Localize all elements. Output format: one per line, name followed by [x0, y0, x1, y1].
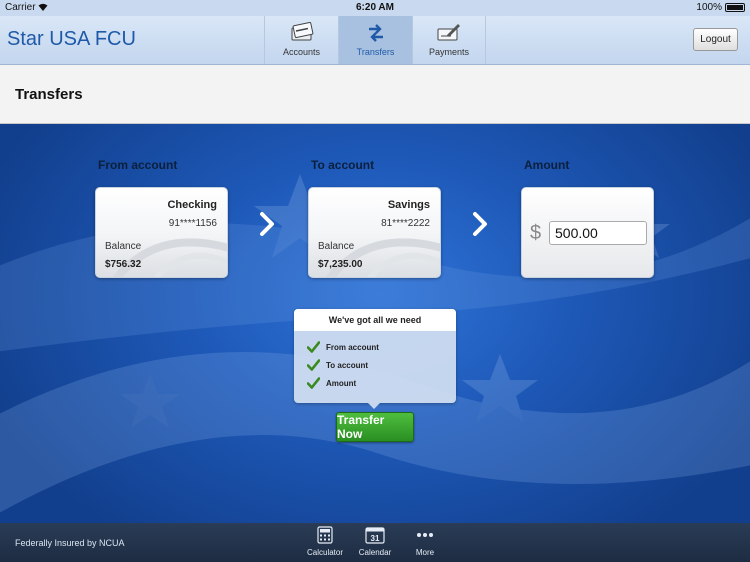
logout-button[interactable]: Logout: [693, 28, 738, 51]
calculator-label: Calculator: [306, 548, 343, 557]
more-label: More: [415, 548, 435, 557]
checklist-title: We've got all we need: [294, 309, 456, 331]
checklist-item-label: From account: [326, 342, 379, 352]
tab-transfers-label: Transfers: [356, 47, 395, 57]
chevron-right-icon: [260, 212, 274, 236]
from-account-number: 91****1156: [168, 218, 217, 229]
brand-title: Star USA FCU: [7, 28, 136, 50]
from-balance-label: Balance: [105, 241, 142, 252]
to-account-label: To account: [311, 158, 375, 172]
checklist-item-label: Amount: [326, 378, 357, 388]
tab-transfers[interactable]: Transfers: [338, 16, 412, 64]
checklist-item: To account: [307, 359, 368, 371]
calendar-day: 31: [371, 534, 380, 543]
tab-accounts[interactable]: Accounts: [264, 16, 338, 64]
tab-payments[interactable]: Payments: [412, 16, 486, 64]
checklist-popover: We've got all we need From account To ac…: [294, 309, 456, 409]
app-header: Star USA FCU Accounts Transfers Payments: [0, 16, 750, 65]
from-account-name: Checking: [167, 199, 217, 211]
from-account-label: From account: [98, 158, 178, 172]
transfers-icon: [368, 24, 383, 42]
amount-input[interactable]: [549, 221, 647, 245]
main-nav: Accounts Transfers Payments: [264, 16, 486, 64]
insured-notice: Federally Insured by NCUA: [15, 538, 125, 548]
to-account-name: Savings: [387, 199, 430, 211]
to-account-number: 81****2222: [381, 218, 430, 229]
currency-symbol: $: [530, 222, 542, 244]
checklist-item: From account: [307, 341, 379, 353]
to-account-card[interactable]: Savings 81****2222 Balance $7,235.00: [308, 187, 441, 278]
battery-icon: [725, 3, 745, 12]
status-bar: Carrier 6:20 AM 100%: [0, 0, 750, 16]
clock: 6:20 AM: [356, 2, 394, 13]
from-balance-value: $756.32: [105, 259, 142, 270]
amount-card: $: [521, 187, 654, 278]
calendar-icon: 31: [365, 527, 385, 544]
accounts-icon: [291, 22, 313, 41]
battery-percent: 100%: [696, 2, 722, 13]
page-title-bar: Transfers: [0, 65, 750, 124]
to-balance-label: Balance: [318, 241, 355, 252]
transfer-panel: From account To account Amount Checking …: [0, 124, 750, 523]
checkmark-icon: [307, 377, 320, 389]
calendar-label: Calendar: [358, 548, 392, 557]
calendar-button[interactable]: 31 Calendar: [350, 526, 400, 560]
more-icon: [417, 533, 433, 537]
transfer-now-button[interactable]: Transfer Now: [336, 412, 414, 442]
payments-icon: [437, 24, 460, 41]
tab-accounts-label: Accounts: [282, 47, 321, 57]
popover-tail: [368, 403, 380, 409]
checkmark-icon: [307, 341, 320, 353]
footer-bar: Federally Insured by NCUA Calculator 31 …: [0, 523, 750, 562]
chevron-right-icon: [473, 212, 487, 236]
checklist-item: Amount: [307, 377, 356, 389]
checklist-item-label: To account: [326, 360, 369, 370]
amount-label: Amount: [524, 158, 570, 172]
page-title: Transfers: [15, 86, 83, 103]
tab-payments-label: Payments: [428, 47, 470, 57]
checkmark-icon: [307, 359, 320, 371]
from-account-card[interactable]: Checking 91****1156 Balance $756.32: [95, 187, 228, 278]
calculator-button[interactable]: Calculator: [300, 526, 350, 560]
to-balance-value: $7,235.00: [318, 259, 363, 270]
calculator-icon: [317, 526, 333, 544]
more-button[interactable]: More: [400, 526, 450, 560]
